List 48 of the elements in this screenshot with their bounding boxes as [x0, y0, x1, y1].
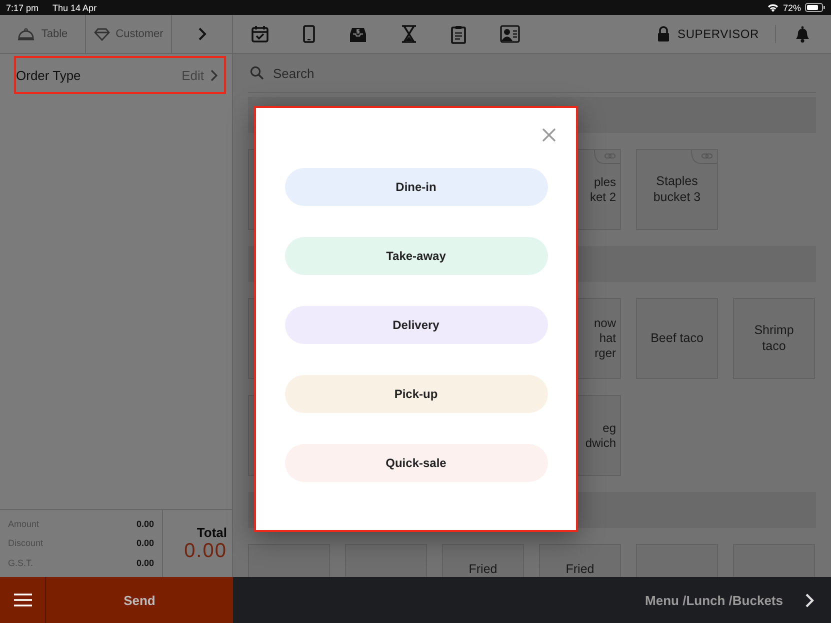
product-tile[interactable]: Fried — [442, 544, 524, 577]
product-tile[interactable] — [733, 544, 815, 577]
notification-bell-icon[interactable] — [794, 25, 811, 43]
product-tile[interactable]: Staples bucket 3 — [636, 149, 718, 230]
chevron-right-icon — [210, 68, 218, 82]
status-time: 7:17 pm — [6, 2, 39, 12]
product-tile[interactable] — [636, 544, 718, 577]
battery-percent: 72% — [782, 2, 801, 12]
send-button[interactable]: Send — [46, 577, 233, 623]
total-amount: 0.00 — [184, 540, 227, 562]
search-field[interactable]: Search — [271, 64, 575, 82]
contact-card-icon[interactable] — [500, 25, 520, 43]
product-tile[interactable]: Shrimp taco — [733, 298, 815, 379]
product-tile[interactable]: Beef taco — [636, 298, 718, 379]
total-value: 0.00 — [136, 558, 154, 568]
close-icon[interactable] — [542, 128, 556, 142]
menu-icon — [14, 593, 32, 607]
order-type-option[interactable]: Dine-in — [284, 168, 548, 206]
product-tile[interactable] — [345, 544, 427, 577]
chevron-right-icon[interactable] — [805, 592, 814, 608]
order-type-option[interactable]: Quick-sale — [284, 444, 548, 482]
hourglass-icon[interactable] — [401, 25, 417, 43]
header-tab[interactable]: Customer — [86, 15, 172, 53]
breadcrumb: Menu /Lunch /Buckets — [645, 592, 783, 608]
total-value: 0.00 — [136, 538, 154, 548]
status-date: Thu 14 Apr — [52, 2, 97, 12]
role-label: SUPERVISOR — [678, 27, 759, 41]
total-value: 0.00 — [136, 518, 154, 529]
search-icon — [250, 66, 264, 80]
chevron-right-icon — [198, 27, 206, 41]
clipboard-icon[interactable] — [451, 24, 466, 44]
inbox-dollar-icon[interactable] — [349, 26, 367, 42]
diamond-icon — [94, 28, 110, 40]
lock-icon — [656, 26, 670, 42]
order-type-option[interactable]: Take-away — [284, 237, 548, 275]
product-tile[interactable] — [248, 544, 330, 577]
phone-icon[interactable] — [303, 25, 315, 43]
cloche-icon — [17, 27, 36, 41]
total-heading: Total — [196, 524, 227, 540]
header-tab[interactable]: Table — [0, 15, 86, 53]
order-type-label: Order Type — [16, 68, 81, 82]
order-type-option[interactable]: Delivery — [284, 306, 548, 344]
menu-button[interactable] — [0, 577, 46, 623]
wifi-icon — [766, 3, 779, 12]
calendar-check-icon[interactable] — [251, 25, 269, 43]
product-tile[interactable]: Fried — [539, 544, 621, 577]
battery-icon — [805, 3, 825, 12]
order-type-option[interactable]: Pick-up — [284, 375, 548, 413]
